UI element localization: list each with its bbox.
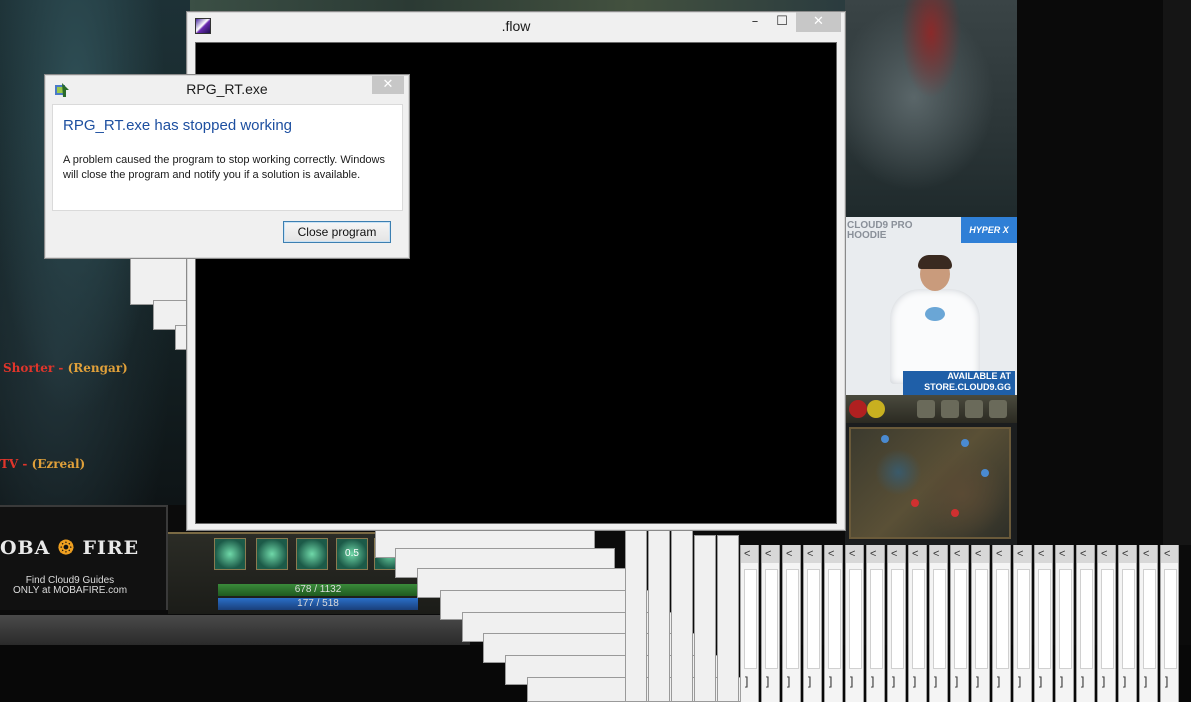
skill-w-icon: [296, 538, 328, 570]
ghost-window-tile: <]: [845, 545, 864, 702]
skill-q-icon: [256, 538, 288, 570]
ping-icon: [867, 400, 885, 418]
minimize-button[interactable]: –: [743, 12, 767, 32]
ghost-window-trail: [717, 535, 739, 702]
minimap-view: [849, 427, 1011, 539]
ad-title: CLOUD9 PRO HOODIE: [847, 220, 913, 241]
stream-background-champion: [845, 0, 1017, 217]
mobafire-logo: OBA ❂ FIRE: [0, 537, 140, 559]
stream-background-strip: [1163, 0, 1191, 545]
chat-line-2: TV - (Ezreal): [0, 457, 86, 471]
ghost-window-trail: [130, 255, 190, 305]
ghost-window-tile: <]: [782, 545, 801, 702]
ghost-window-tile: <]: [971, 545, 990, 702]
chat-line-1: Shorter - (Rengar): [3, 361, 128, 375]
stats-icon: [965, 400, 983, 418]
ghost-window-tile: <]: [1160, 545, 1179, 702]
skill-e-icon: 0.5: [336, 538, 368, 570]
minimap-toolbar: [845, 395, 1017, 423]
ghost-window-tile: <]: [866, 545, 885, 702]
ghost-window-trail: [694, 535, 716, 702]
error-dialog[interactable]: RPG_RT.exe ✕ RPG_RT.exe has stopped work…: [44, 74, 410, 259]
cloud9-logo-icon: [925, 307, 945, 321]
ghost-window-tile: <]: [992, 545, 1011, 702]
maximize-button[interactable]: ☐: [770, 12, 794, 32]
chat-icon: [989, 400, 1007, 418]
passive-icon: [214, 538, 246, 570]
ghost-window-tile: <]: [1139, 545, 1158, 702]
ghost-window-trail: [625, 530, 647, 702]
stream-background-dark: [1017, 0, 1167, 545]
ad-availability: AVAILABLE AT STORE.CLOUD9.GG: [903, 371, 1015, 395]
ghost-window-tile: <]: [761, 545, 780, 702]
ghost-window-tile: <]: [1076, 545, 1095, 702]
ad-model-image: [885, 255, 985, 384]
ghost-window-tile: <]: [1097, 545, 1116, 702]
error-heading: RPG_RT.exe has stopped working: [63, 117, 293, 134]
ghost-window-tile: <]: [929, 545, 948, 702]
error-dialog-title: RPG_RT.exe: [186, 81, 268, 97]
shop-icon: [941, 400, 959, 418]
ghost-window-tile: <]: [1013, 545, 1032, 702]
mobafire-tagline: Find Cloud9 Guides ONLY at MOBAFIRE.com: [12, 575, 128, 596]
ghost-window-tile: <]: [887, 545, 906, 702]
error-message-panel: RPG_RT.exe has stopped working A problem…: [52, 104, 403, 211]
game-minimap: [845, 395, 1017, 545]
error-close-button[interactable]: ✕: [372, 76, 404, 94]
alert-icon: [849, 400, 867, 418]
mana-bar: 177 / 518: [218, 598, 418, 610]
ghost-window-trail: [648, 530, 670, 702]
ghost-window-tile: <]: [824, 545, 843, 702]
ghost-window-tile: <]: [908, 545, 927, 702]
ghost-window-trail: [671, 530, 693, 702]
ghost-window-tile: <]: [950, 545, 969, 702]
stream-bottom-bar: [0, 615, 470, 645]
error-message: A problem caused the program to stop wor…: [63, 154, 385, 181]
flame-icon: ❂: [50, 537, 83, 559]
settings-icon: [917, 400, 935, 418]
ghost-window-tile: <]: [1055, 545, 1074, 702]
ghost-window-tile: <]: [1118, 545, 1137, 702]
cloud9-hoodie-ad: CLOUD9 PRO HOODIE HYPER X AVAILABLE AT S…: [845, 217, 1017, 395]
ghost-window-tile: <]: [1034, 545, 1053, 702]
mobafire-banner: OBA ❂ FIRE Find Cloud9 Guides ONLY at MO…: [0, 505, 168, 610]
ghost-window-tile: <]: [803, 545, 822, 702]
health-bar: 678 / 1132: [218, 584, 418, 596]
flow-close-button[interactable]: ✕: [796, 12, 841, 32]
ghost-window-tile: <]: [740, 545, 759, 702]
ad-brand-logo: HYPER X: [961, 217, 1017, 243]
close-program-button[interactable]: Close program: [283, 221, 391, 243]
